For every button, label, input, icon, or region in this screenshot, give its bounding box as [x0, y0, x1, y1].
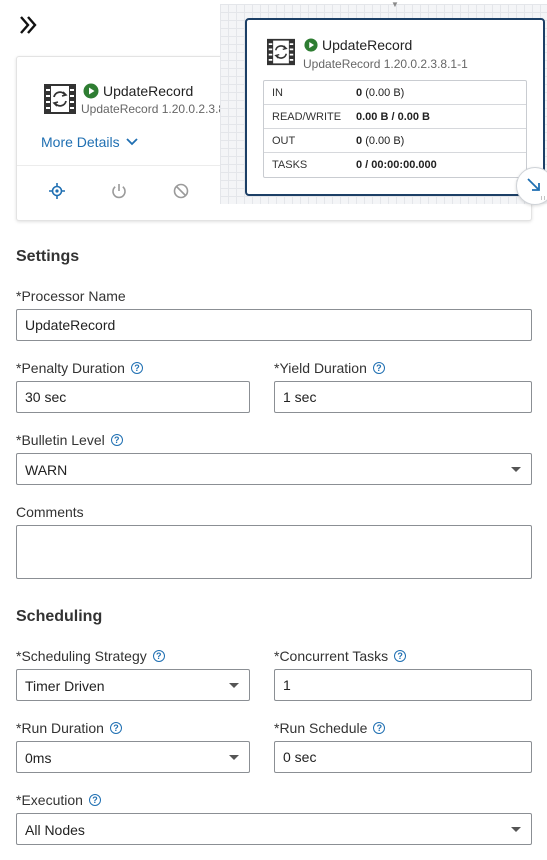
node-version: UpdateRecord 1.20.0.2.3.8.1-1 [303, 57, 468, 71]
stats-label: READ/WRITE [272, 110, 342, 123]
yield-duration-label: *Yield Duration ? [274, 360, 385, 376]
penalty-duration-label: *Penalty Duration ? [16, 360, 143, 376]
help-icon[interactable]: ? [394, 650, 407, 662]
stats-row-out: OUT 0 (0.00 B) [264, 129, 526, 153]
crosshair-icon [49, 183, 65, 199]
processor-icon [44, 84, 76, 114]
settings-heading: Settings [16, 248, 80, 265]
bulletin-level-label: *Bulletin Level ? [16, 432, 123, 448]
scheduling-strategy-label: *Scheduling Strategy ? [16, 648, 165, 664]
processor-icon [267, 38, 295, 66]
power-icon [112, 184, 126, 199]
penalty-duration-input[interactable] [16, 381, 250, 413]
scheduling-heading: Scheduling [16, 608, 103, 625]
comments-textarea[interactable] [16, 525, 532, 579]
stats-value: 0.00 B / 0.00 B [356, 110, 430, 123]
stats-row-in: IN 0 (0.00 B) [264, 81, 526, 105]
node-name: UpdateRecord [322, 37, 413, 53]
bulletin-level-value: WARN [25, 462, 68, 478]
caret-down-icon [229, 683, 239, 688]
play-icon [83, 83, 99, 99]
run-duration-value: 0ms [25, 750, 52, 766]
locate-button[interactable] [47, 181, 67, 201]
stats-value: 0 (0.00 B) [356, 134, 405, 147]
canvas-preview: ▼ UpdateRecord UpdateRecord 1.20.0.2.3.8… [220, 0, 547, 205]
collapse-panel-button[interactable] [16, 12, 42, 38]
stats-value: 0 (0.00 B) [356, 86, 405, 99]
processor-name-input[interactable] [16, 309, 532, 341]
bulletin-level-select[interactable]: WARN [16, 453, 532, 485]
processor-node[interactable]: UpdateRecord UpdateRecord 1.20.0.2.3.8.1… [245, 18, 545, 196]
help-icon[interactable]: ? [152, 650, 165, 662]
help-icon[interactable]: ? [372, 362, 385, 374]
help-icon[interactable]: ? [109, 722, 122, 734]
stats-row-tasks: TASKS 0 / 00:00:00.000 [264, 153, 526, 177]
chevron-down-icon [125, 138, 138, 146]
more-details-label: More Details [41, 134, 120, 150]
caret-down-icon [229, 755, 239, 760]
help-icon[interactable]: ? [88, 794, 101, 806]
run-schedule-label: *Run Schedule ? [274, 720, 386, 736]
yield-duration-input[interactable] [274, 381, 532, 413]
more-details-link[interactable]: More Details [41, 134, 138, 150]
caret-down-icon [511, 827, 521, 832]
run-duration-label: *Run Duration ? [16, 720, 122, 736]
help-icon[interactable]: ? [130, 362, 143, 374]
concurrent-tasks-input[interactable] [274, 669, 532, 701]
power-button[interactable] [109, 181, 129, 201]
stats-label: OUT [272, 134, 296, 147]
run-duration-select[interactable]: 0ms [16, 741, 250, 773]
disable-icon [173, 183, 189, 199]
caret-down-icon [511, 467, 521, 472]
connection-arrow-icon: ▼ [391, 0, 399, 9]
processor-name-label: *Processor Name [16, 288, 126, 304]
execution-select[interactable]: All Nodes [16, 813, 532, 845]
arrow-diagonal-icon [527, 178, 547, 200]
concurrent-tasks-label: *Concurrent Tasks ? [274, 648, 407, 664]
stats-row-read-write: READ/WRITE 0.00 B / 0.00 B [264, 105, 526, 129]
execution-value: All Nodes [25, 822, 85, 838]
run-schedule-input[interactable] [274, 741, 532, 773]
double-chevron-right-icon [20, 16, 37, 34]
disable-button[interactable] [171, 181, 191, 201]
stats-label: IN [272, 86, 283, 99]
play-icon [304, 38, 318, 52]
stats-value: 0 / 00:00:00.000 [356, 159, 437, 171]
scheduling-strategy-value: Timer Driven [25, 678, 105, 694]
node-stats-table: IN 0 (0.00 B) READ/WRITE 0.00 B / 0.00 B… [263, 80, 527, 178]
help-icon[interactable]: ? [373, 722, 386, 734]
help-icon[interactable]: ? [110, 434, 123, 446]
comments-label: Comments [16, 504, 84, 520]
execution-label: *Execution ? [16, 792, 101, 808]
scheduling-strategy-select[interactable]: Timer Driven [16, 669, 250, 701]
processor-name: UpdateRecord [103, 83, 194, 99]
go-to-button[interactable] [516, 167, 547, 205]
stats-label: TASKS [272, 159, 308, 171]
